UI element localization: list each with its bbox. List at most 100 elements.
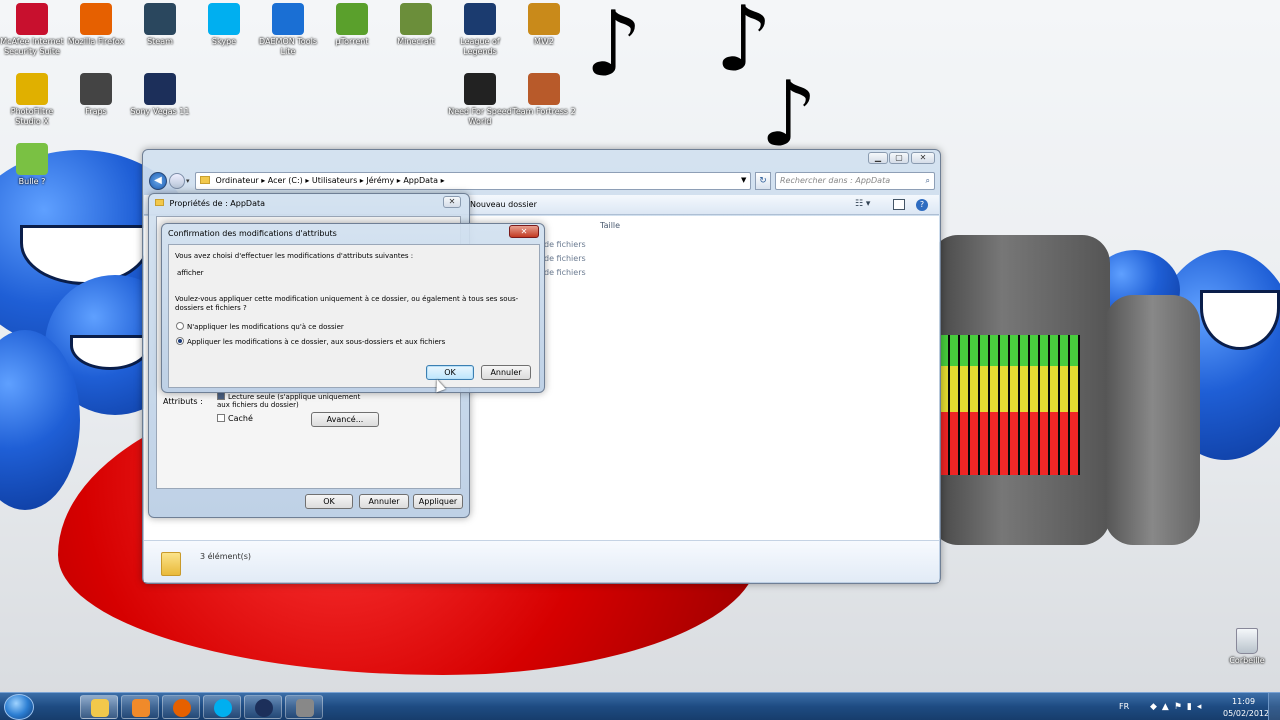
desktop-icon[interactable]: Fraps	[64, 73, 128, 117]
desktop-icon[interactable]: Mozilla Firefox	[64, 3, 128, 47]
search-icon: ⌕	[925, 176, 930, 185]
option-this-folder[interactable]: N'appliquer les modifications qu'à ce do…	[176, 322, 344, 331]
option2-label: Appliquer les modifications à ce dossier…	[187, 338, 446, 346]
desktop-icon[interactable]: League of Legends	[448, 3, 512, 57]
breadcrumb-separator[interactable]: ▸	[394, 176, 403, 185]
desktop-icon[interactable]: McAfee Internet Security Suite	[0, 3, 64, 57]
app-icon	[464, 73, 496, 105]
preview-pane-icon[interactable]	[893, 199, 905, 210]
desktop-icon[interactable]: DAEMON Tools Lite	[256, 3, 320, 57]
taskbar-firefox[interactable]	[162, 695, 200, 719]
forward-button[interactable]	[169, 173, 185, 189]
desktop-icon-label: Minecraft	[397, 37, 435, 46]
app-icon	[80, 73, 112, 105]
hidden-checkbox[interactable]: Caché	[217, 414, 253, 423]
taskbar-skype[interactable]	[203, 695, 241, 719]
app-icon	[208, 3, 240, 35]
clock-date[interactable]: 05/02/2012	[1223, 709, 1269, 718]
confirm-close-button[interactable]: ✕	[509, 225, 539, 238]
breadcrumb-separator[interactable]: ▸	[259, 176, 268, 185]
taskbar-windows-explorer[interactable]	[80, 695, 118, 719]
fraps-icon	[296, 699, 314, 717]
app-icon	[528, 3, 560, 35]
column-header-size[interactable]: Taille	[600, 221, 620, 230]
desktop-icon[interactable]: µTorrent	[320, 3, 384, 47]
desktop-icon[interactable]: PhotoFiltre Studio X	[0, 73, 64, 127]
desktop-icon-label: Team Fortress 2	[512, 107, 576, 116]
properties-ok-button[interactable]: OK	[305, 494, 353, 509]
checkbox[interactable]	[217, 414, 225, 422]
help-icon[interactable]: ?	[916, 199, 928, 211]
confirm-body: Vous avez choisi d'effectuer les modific…	[168, 244, 540, 388]
table-row[interactable]: de fichiers	[544, 268, 586, 277]
desktop-icon-label: µTorrent	[335, 37, 369, 46]
radio-button[interactable]	[176, 337, 184, 345]
readonly-checkbox[interactable]: Lecture seule (s'applique uniquement aux…	[217, 392, 367, 409]
desktop-icon[interactable]: Minecraft	[384, 3, 448, 47]
confirm-cancel-button[interactable]: Annuler	[481, 365, 531, 380]
close-button[interactable]: ✕	[911, 152, 935, 164]
breadcrumb-segment[interactable]: Ordinateur	[216, 176, 259, 185]
breadcrumb-segment[interactable]: Utilisateurs	[312, 176, 357, 185]
desktop-icon-label: Need For Speed World	[448, 107, 512, 126]
breadcrumb-segment[interactable]: Jérémy	[366, 176, 394, 185]
desktop-icon[interactable]: Need For Speed World	[448, 73, 512, 127]
desktop-icon[interactable]: Steam	[128, 3, 192, 47]
refresh-button[interactable]: ↻	[755, 172, 771, 190]
taskbar-media-player[interactable]	[121, 695, 159, 719]
breadcrumb-segment[interactable]: Acer (C:)	[268, 176, 303, 185]
taskbar-sony-vegas[interactable]	[244, 695, 282, 719]
desktop-icon[interactable]: Bulle ?	[0, 143, 64, 187]
confirm-ok-button[interactable]: OK	[426, 365, 474, 380]
clock-time[interactable]: 11:09	[1232, 697, 1255, 706]
app-icon	[336, 3, 368, 35]
address-dropdown[interactable]: ▼	[741, 176, 746, 184]
back-button[interactable]: ◀	[149, 172, 167, 190]
desktop-icon-recycle-bin[interactable]: Corbeille	[1215, 628, 1279, 666]
checkbox-indeterminate[interactable]	[217, 392, 225, 400]
breadcrumb-segment[interactable]: AppData	[403, 176, 438, 185]
advanced-button[interactable]: Avancé...	[311, 412, 379, 427]
desktop-icon-label: PhotoFiltre Studio X	[10, 107, 54, 126]
show-desktop-button[interactable]	[1268, 693, 1280, 720]
app-icon	[80, 3, 112, 35]
radio-button[interactable]	[176, 322, 184, 330]
minimize-button[interactable]: ▁	[868, 152, 888, 164]
music-note: ♪	[585, 0, 643, 97]
desktop-icon-label: MW2	[534, 37, 554, 46]
breadcrumb-separator[interactable]: ▸	[303, 176, 312, 185]
search-input[interactable]: Rechercher dans : AppData ⌕	[775, 172, 935, 190]
desktop-icon[interactable]: Sony Vegas 11	[128, 73, 192, 117]
maximize-button[interactable]: ▢	[889, 152, 909, 164]
app-icon	[144, 3, 176, 35]
option-all-subfolders[interactable]: Appliquer les modifications à ce dossier…	[176, 337, 445, 346]
breadcrumb-separator[interactable]: ▸	[357, 176, 366, 185]
app-icon	[528, 73, 560, 105]
view-options-icon[interactable]: ☷ ▾	[855, 199, 870, 209]
desktop-icon-label: DAEMON Tools Lite	[259, 37, 317, 56]
firefox-icon	[173, 699, 191, 717]
tray-icons[interactable]: ◆▲⚑▮◂	[1150, 702, 1206, 712]
skype-icon	[214, 699, 232, 717]
desktop-icon[interactable]: Team Fortress 2	[512, 73, 576, 117]
desktop-icon[interactable]: MW2	[512, 3, 576, 47]
breadcrumb-separator[interactable]: ▸	[438, 176, 445, 185]
details-pane	[144, 540, 939, 582]
taskbar-fraps[interactable]	[285, 695, 323, 719]
address-bar[interactable]: Ordinateur ▸ Acer (C:) ▸ Utilisateurs ▸ …	[195, 172, 751, 190]
table-row[interactable]: de fichiers	[544, 254, 586, 263]
start-button[interactable]	[4, 694, 34, 720]
properties-apply-button[interactable]: Appliquer	[413, 494, 463, 509]
properties-close-button[interactable]: ✕	[443, 196, 461, 208]
confirm-dialog[interactable]: Confirmation des modifications d'attribu…	[161, 223, 545, 393]
desktop-icon-label: Fraps	[85, 107, 107, 116]
desktop-icon-label: Sony Vegas 11	[130, 107, 190, 116]
desktop-icon[interactable]: Skype	[192, 3, 256, 47]
language-indicator[interactable]: FR	[1119, 702, 1129, 711]
table-row[interactable]: de fichiers	[544, 240, 586, 249]
properties-cancel-button[interactable]: Annuler	[359, 494, 409, 509]
recent-pages-dropdown[interactable]: ▾	[186, 177, 190, 185]
properties-title-text: Propriétés de : AppData	[169, 199, 266, 208]
new-folder-button[interactable]: Nouveau dossier	[470, 200, 537, 209]
app-icon	[16, 143, 48, 175]
